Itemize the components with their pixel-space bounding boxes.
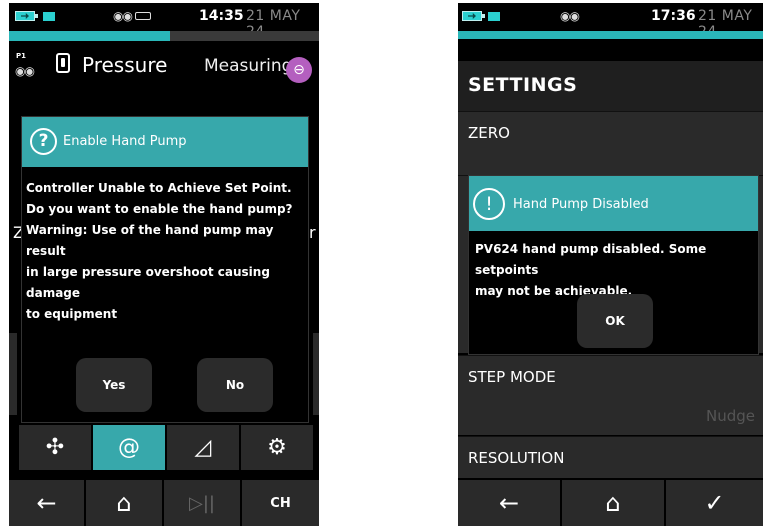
status-bar: ◉◉ 14:35 21 MAY 24 — [9, 3, 319, 40]
dialog-message: PV624 hand pump disabled. Some setpoints… — [475, 239, 759, 302]
step-mode-value: Nudge — [706, 407, 755, 425]
bottom-nav: ← ⌂ ▷|| CH — [9, 480, 319, 526]
settings-row-resolution[interactable]: RESOLUTION — [458, 436, 763, 478]
home-button[interactable]: ⌂ — [86, 480, 162, 526]
dialog-title: Hand Pump Disabled — [513, 197, 649, 212]
back-arrow-icon: ← — [498, 489, 520, 517]
home-icon: ⌂ — [116, 489, 132, 517]
progress-bar — [9, 31, 319, 41]
checkmark-icon: ✓ — [704, 489, 725, 517]
signal-icon — [488, 12, 500, 21]
gear-icon: ⚙ — [267, 435, 287, 460]
clock-time: 14:35 — [199, 8, 244, 24]
gauge-icon: ◿ — [194, 435, 212, 460]
dialog-header: ? Enable Hand Pump — [22, 117, 308, 167]
battery-charging-icon — [15, 11, 38, 21]
settings-tool-button[interactable]: ⚙ — [241, 425, 313, 470]
pump-status-icon[interactable]: ⊖ — [286, 57, 312, 83]
channel-button[interactable]: CH — [242, 480, 319, 526]
pump-tool-button[interactable]: @ — [93, 425, 165, 470]
port-circles-icon: ◉◉ — [15, 64, 35, 78]
battery-charging-icon — [462, 11, 485, 21]
settings-screen: ◉◉ 17:36 21 MAY 24 SETTINGS ZERO STEP MO… — [458, 3, 763, 526]
back-button[interactable]: ← — [9, 480, 84, 526]
device-connection-icon — [135, 12, 151, 20]
fan-icon: ✣ — [45, 435, 65, 460]
dialog-line: Do you want to enable the hand pump? — [26, 202, 293, 216]
confirm-button[interactable]: ✓ — [666, 480, 763, 526]
play-pause-button[interactable]: ▷|| — [164, 480, 240, 526]
dialog-line: in large pressure overshoot causing dama… — [26, 265, 270, 300]
background-panel-left — [9, 333, 17, 415]
back-arrow-icon: ← — [36, 489, 57, 517]
home-icon: ⌂ — [605, 489, 621, 517]
dialog-message: Controller Unable to Achieve Set Point. … — [26, 178, 308, 325]
connection-circles-icon: ◉◉ — [560, 9, 580, 23]
ok-button[interactable]: OK — [577, 294, 653, 348]
dialog-line: Controller Unable to Achieve Set Point. — [26, 181, 292, 195]
device-icon — [56, 53, 70, 73]
settings-row-label: ZERO — [468, 124, 510, 142]
pump-icon: @ — [118, 435, 140, 460]
enable-hand-pump-dialog: ? Enable Hand Pump Controller Unable to … — [21, 116, 309, 423]
question-icon: ? — [30, 128, 57, 155]
port-label: P1 — [16, 52, 27, 60]
dialog-line: to equipment — [26, 307, 118, 321]
status-text: Measuring — [204, 56, 293, 76]
settings-row-label: STEP MODE — [468, 368, 556, 386]
dialog-line: Warning: Use of the hand pump may result — [26, 223, 274, 258]
bottom-nav: ← ⌂ ✓ — [458, 480, 763, 526]
progress-bar — [458, 31, 763, 39]
back-button[interactable]: ← — [458, 480, 560, 526]
alert-icon: ! — [473, 188, 505, 220]
signal-icon — [43, 12, 55, 21]
settings-row-step-mode[interactable]: STEP MODE Nudge — [458, 355, 763, 435]
settings-row-label: RESOLUTION — [468, 449, 565, 467]
settings-row-zero[interactable]: ZERO — [458, 111, 763, 175]
yes-button[interactable]: Yes — [76, 358, 152, 412]
background-panel-right — [313, 333, 319, 415]
connection-circles-icon: ◉◉ — [113, 9, 133, 23]
play-pause-icon: ▷|| — [189, 492, 215, 514]
clock-time: 17:36 — [651, 8, 696, 24]
gauge-tool-button[interactable]: ◿ — [167, 425, 239, 470]
no-button[interactable]: No — [197, 358, 273, 412]
dialog-header: ! Hand Pump Disabled — [469, 176, 758, 231]
header: P1 ◉◉ Pressure Measuring ⊖ — [9, 43, 319, 95]
channel-icon: CH — [270, 495, 291, 511]
page-title: Pressure — [82, 53, 168, 77]
home-button[interactable]: ⌂ — [562, 480, 664, 526]
hand-pump-disabled-dialog: ! Hand Pump Disabled PV624 hand pump dis… — [468, 175, 759, 355]
page-title: SETTINGS — [458, 61, 763, 111]
background-fragment-right: r — [309, 223, 316, 242]
fan-tool-button[interactable]: ✣ — [19, 425, 91, 470]
function-toolbar: ✣ @ ◿ ⚙ — [19, 425, 314, 470]
dialog-title: Enable Hand Pump — [63, 134, 187, 149]
status-bar: ◉◉ 17:36 21 MAY 24 — [458, 3, 763, 40]
dialog-line: PV624 hand pump disabled. Some setpoints — [475, 242, 707, 277]
pressure-screen: ◉◉ 14:35 21 MAY 24 P1 ◉◉ Pressure Measur… — [9, 3, 319, 526]
